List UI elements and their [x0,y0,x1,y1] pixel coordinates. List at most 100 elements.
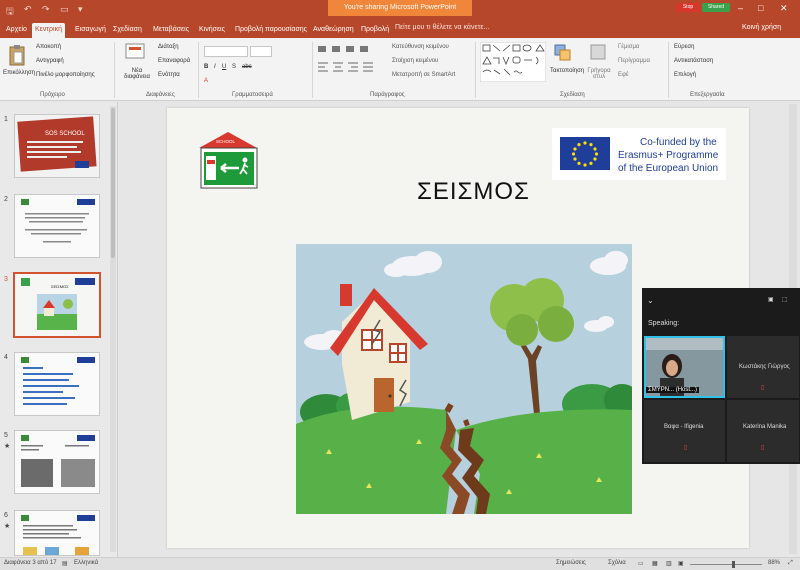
school-exit-sign-image: SCHOOL [199,132,258,189]
video-tile-participant-4[interactable]: Katerina Manika ▯ [727,400,799,462]
meeting-video-panel: ⌄ ▣ ⬚ Speaking: ΣΜΥΡΝ... (Host...) Κωστά… [642,288,800,464]
strikethrough-button[interactable]: abc [242,64,252,70]
language-indicator[interactable]: Ελληνικά [74,560,98,566]
spellcheck-icon[interactable]: ▤ [62,560,68,567]
shape-effects-button[interactable]: Εφέ [618,72,629,78]
reset-button[interactable]: Επαναφορά [158,58,190,64]
tab-file[interactable]: Αρχείο [3,23,30,38]
copy-button[interactable]: Αντιγραφή [36,58,64,64]
replace-button[interactable]: Αντικατάσταση [674,58,713,64]
tell-me-search[interactable]: Πείτε μου τι θέλετε να κάνετε... [395,24,489,31]
quick-styles-button[interactable]: Γρήγορα στυλ [584,68,614,80]
video-tile-participant-3[interactable]: Βαφα - Ifigenia ▯ [644,400,725,462]
slide-thumbnail-3-selected[interactable]: ΣΕΙΣΜΟΣ [13,272,101,338]
text-direction-button[interactable]: Κατεύθυνση κειμένου [392,44,449,50]
fit-to-window-icon[interactable]: ⤢ [788,560,793,567]
editing-group-label: Επεξεργασία [690,92,725,98]
slideshow-view-icon[interactable]: ▣ [678,560,684,567]
share-button[interactable]: Κοινή χρήση [742,24,781,31]
font-size-select[interactable] [250,46,272,57]
font-group-label: Γραμματοσειρά [232,92,273,98]
alignment-icons[interactable] [318,60,378,82]
slide-thumbnail-5[interactable] [14,430,100,494]
new-slide-icon[interactable] [125,43,145,61]
eu-flag-icon [560,137,610,170]
new-slide-button[interactable]: Νέα διαφάνεια [120,68,154,80]
slide-thumbnail-6[interactable] [14,510,100,556]
bold-button[interactable]: B [204,64,208,70]
cut-button[interactable]: Αποκοπή [36,44,61,50]
tab-view[interactable]: Προβολή [358,23,392,38]
collapse-icon[interactable]: ⌄ [647,296,654,305]
close-icon[interactable]: ✕ [780,3,788,14]
thumb-number: 6 [4,512,8,519]
zoom-level[interactable]: 88% [768,560,780,566]
minimize-icon[interactable]: – [738,3,743,13]
start-slideshow-icon[interactable]: ▭ [60,4,69,15]
customize-toolbar-icon[interactable]: ▾ [78,4,83,15]
shared-status-button[interactable]: Shared [702,3,730,12]
normal-view-icon[interactable]: ▭ [638,560,644,567]
ribbon-divider [198,42,199,98]
video-tile-host[interactable]: ΣΜΥΡΝ... (Host...) [644,336,725,398]
thumbnails-scrollbar[interactable] [110,106,116,552]
shapes-gallery[interactable] [480,42,546,82]
stop-sharing-button[interactable]: Stop [676,3,700,12]
video-tile-participant-2[interactable]: Κωστάκης Γιώργος ▯ [727,336,799,398]
tab-design[interactable]: Σχεδίαση [110,23,145,38]
star-icon: ★ [4,523,11,530]
arrange-button[interactable]: Τακτοποίηση [550,68,584,74]
shadow-button[interactable]: S [232,64,236,70]
paste-icon[interactable] [8,44,26,66]
slide-thumbnail-4[interactable] [14,352,100,416]
tab-animations[interactable]: Κινήσεις [196,23,228,38]
shape-fill-button[interactable]: Γέμισμα [618,44,639,50]
clipboard-group-label: Πρόχειρο [40,92,65,98]
sharing-banner: You're sharing Microsoft PowerPoint [328,0,472,16]
notes-button[interactable]: Σημειώσεις [556,560,586,566]
shape-outline-button[interactable]: Περίγραμμα [618,58,650,64]
paste-button[interactable]: Επικόλληση [3,70,35,76]
reading-view-icon[interactable]: ▥ [666,560,672,567]
slide-thumbnails-pane: 1 SOS SCHOOL 2 3 ΣΕΙΣΜΟΣ 4 5 ★ 6 ★ [0,102,118,557]
undo-icon[interactable]: ↶ [24,4,32,15]
font-family-select[interactable] [204,46,248,57]
save-icon[interactable]: 🖫 [6,4,14,20]
mic-muted-icon: ▯ [761,385,765,391]
arrange-icon[interactable] [554,44,572,62]
align-text-button[interactable]: Στοίχιση κειμένου [392,58,438,64]
slide-1-preview: SOS SCHOOL [15,115,99,177]
zoom-slider[interactable] [690,564,762,565]
layout-icon[interactable]: ▣ [768,296,774,303]
italic-button[interactable]: I [214,64,216,70]
tab-review[interactable]: Αναθεώρηση [310,23,357,38]
slide-title[interactable]: ΣΕΙΣΜΟΣ [417,178,530,206]
participant-2-name: Κωστάκης Γιώργος [739,364,790,370]
convert-smartart-button[interactable]: Μετατροπή σε SmartArt [392,72,455,78]
zoom-slider-knob[interactable] [732,561,735,568]
list-buttons-icon[interactable] [318,44,378,54]
redo-icon[interactable]: ↷ [42,4,50,15]
section-button[interactable]: Ενότητα [158,72,180,78]
find-button[interactable]: Εύρεση [674,44,694,50]
format-painter-button[interactable]: Πινέλο μορφοποίησης [36,72,95,78]
underline-button[interactable]: U [222,64,226,70]
tab-home[interactable]: Κεντρική [32,23,65,38]
maximize-icon[interactable]: □ [758,3,763,13]
earthquake-illustration [296,244,632,514]
comments-button[interactable]: Σχόλια [608,560,626,566]
font-color-button[interactable]: A [204,78,208,84]
eu-text-line3: of the European Union [618,163,719,174]
fullscreen-icon[interactable]: ⬚ [782,296,788,303]
slide-thumbnail-1[interactable]: SOS SCHOOL [14,114,100,178]
scrollbar-thumb[interactable] [111,108,115,258]
eu-text-line2: Erasmus+ Programme [618,150,719,161]
tab-insert[interactable]: Εισαγωγή [72,23,109,38]
slide-thumbnail-2[interactable] [14,194,100,258]
tab-slideshow[interactable]: Προβολή παρουσίασης [232,23,310,38]
tab-transitions[interactable]: Μεταβάσεις [150,23,192,38]
select-button[interactable]: Επιλογή [674,72,696,78]
layout-button[interactable]: Διάταξη [158,44,179,50]
slide-sorter-icon[interactable]: ▦ [652,560,658,567]
quick-styles-icon[interactable] [590,44,606,60]
